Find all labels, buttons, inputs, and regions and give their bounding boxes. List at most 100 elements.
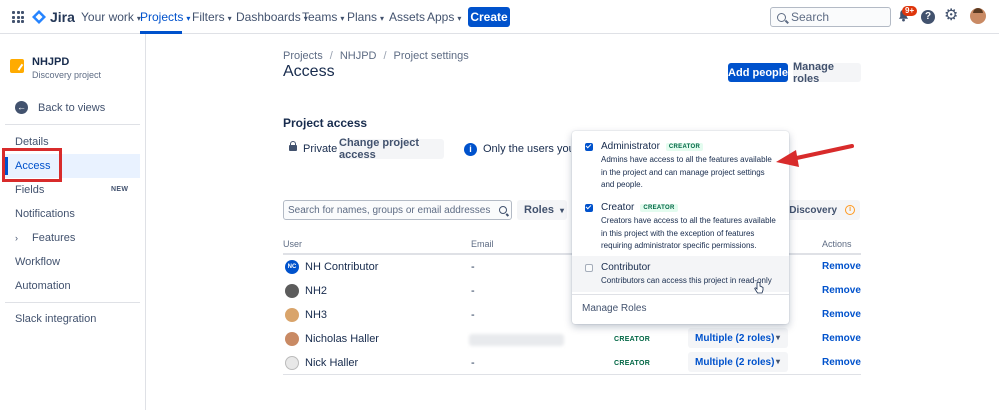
access-info-text: Only the users you spe (483, 143, 571, 155)
chevron-down-icon: ▾ (775, 333, 780, 342)
role-option-description: Contributors can access this project in … (601, 276, 772, 285)
warning-info-icon[interactable]: i (845, 205, 856, 215)
chevron-down-icon: ▾ (457, 14, 462, 23)
user-name: Nicholas Haller (305, 333, 379, 345)
project-icon (10, 59, 24, 73)
role-option-administrator[interactable]: Administrator CREATOR Admins have access … (572, 131, 789, 193)
back-to-views-link[interactable]: ← Back to views (15, 101, 105, 114)
active-nav-indicator (140, 31, 182, 34)
roles-filter-dropdown[interactable]: Roles ▾ (517, 200, 567, 220)
role-option-name: Administrator (601, 141, 660, 152)
gear-icon[interactable]: ⚙ (944, 8, 958, 24)
redacted-email (469, 334, 564, 346)
user-name: NH Contributor (305, 261, 379, 273)
remove-user-link[interactable]: Remove (822, 285, 861, 296)
chevron-down-icon: ▾ (380, 14, 385, 23)
manage-roles-link[interactable]: Manage Roles (582, 303, 646, 314)
member-search-input[interactable]: Search for names, groups or email addres… (283, 200, 512, 220)
sidebar-item-workflow[interactable]: Workflow (15, 256, 60, 268)
chevron-right-icon[interactable]: › (15, 233, 18, 243)
user-email: - (471, 309, 475, 321)
logo-text: Jira (50, 9, 75, 25)
create-button[interactable]: Create (468, 7, 510, 27)
checkbox-checked[interactable] (585, 143, 593, 151)
checkbox-unchecked[interactable] (585, 264, 593, 272)
breadcrumb-separator: / (329, 50, 333, 62)
roles-dropdown-menu: Administrator CREATOR Admins have access … (572, 131, 789, 324)
search-icon (777, 12, 786, 22)
jira-icon (32, 10, 46, 24)
sidebar-item-slack-integration[interactable]: Slack integration (15, 313, 96, 325)
role-select-label: Multiple (2 roles) (695, 356, 775, 368)
breadcrumb: Projects / NHJPD / Project settings (283, 50, 469, 62)
role-select[interactable]: Multiple (2 roles) ▾ (688, 328, 788, 348)
user-avatar (285, 308, 299, 322)
user-email: - (471, 285, 475, 297)
app-switcher-icon[interactable] (12, 11, 24, 23)
sidebar-divider (5, 302, 140, 303)
chevron-down-icon: ▾ (775, 357, 780, 366)
sidebar-item-fields[interactable]: Fields (15, 184, 44, 196)
user-email: - (471, 261, 475, 273)
change-project-access-button[interactable]: Change project access (339, 137, 444, 161)
access-visibility-label: Private (303, 143, 338, 155)
nav-label: Your work (81, 10, 134, 24)
profile-avatar[interactable] (970, 8, 986, 24)
breadcrumb-project-settings[interactable]: Project settings (394, 50, 469, 62)
nav-apps[interactable]: Apps ▾ (427, 10, 461, 24)
manage-roles-button[interactable]: Manage roles (793, 61, 861, 85)
role-select[interactable]: Multiple (2 roles) ▾ (688, 352, 788, 372)
search-placeholder: Search (791, 10, 830, 24)
arrow-left-icon: ← (15, 101, 28, 114)
remove-user-link[interactable]: Remove (822, 333, 861, 344)
nav-assets[interactable]: Assets (389, 10, 425, 24)
role-option-creator[interactable]: Creator CREATOR Creators have access to a… (572, 194, 789, 256)
nav-plans[interactable]: Plans ▾ (347, 10, 384, 24)
nav-label: Filters (192, 10, 225, 24)
chevron-down-icon: ▾ (340, 14, 345, 23)
role-option-title: Administrator CREATOR (601, 141, 704, 152)
notification-badge: 9+ (902, 6, 918, 16)
table-row: Nicholas Haller CREATOR Multiple (2 role… (283, 328, 861, 352)
remove-user-link[interactable]: Remove (822, 357, 861, 368)
role-badge: CREATOR (614, 336, 651, 343)
help-icon[interactable]: ? (921, 10, 935, 24)
remove-user-link[interactable]: Remove (822, 309, 861, 320)
breadcrumb-projects[interactable]: Projects (283, 50, 323, 62)
nav-label: Teams (302, 10, 338, 24)
user-email: - (471, 357, 475, 369)
role-option-title: Creator CREATOR (601, 202, 678, 213)
checkbox-checked[interactable] (585, 204, 593, 212)
nav-filters[interactable]: Filters ▾ (192, 10, 232, 24)
jira-logo[interactable]: Jira (32, 9, 75, 25)
user-name: NH3 (305, 309, 328, 321)
search-icon (499, 206, 507, 214)
nav-your-work[interactable]: Your work ▾ (81, 10, 141, 24)
annotation-highlight-box (2, 148, 62, 182)
nav-dashboards[interactable]: Dashboards ▾ (236, 10, 308, 24)
project-access-heading: Project access (283, 116, 368, 130)
breadcrumb-project[interactable]: NHJPD (340, 50, 377, 62)
member-search-placeholder: Search for names, groups or email addres… (288, 204, 491, 216)
nav-projects[interactable]: Projects ▾ (140, 10, 190, 24)
sidebar-item-features[interactable]: Features (32, 232, 75, 244)
sidebar-item-automation[interactable]: Automation (15, 280, 71, 292)
project-type: Discovery project (32, 70, 102, 80)
sidebar-item-details[interactable]: Details (15, 136, 49, 148)
nav-label: Plans (347, 10, 378, 24)
page-title: Access (283, 63, 335, 80)
chevron-down-icon: ▾ (186, 14, 191, 23)
sidebar-item-notifications[interactable]: Notifications (15, 208, 75, 220)
global-search-input[interactable]: Search (770, 7, 891, 27)
user-avatar: NC (285, 260, 299, 274)
nav-label: Assets (389, 10, 426, 24)
chevron-down-icon: ▾ (227, 14, 232, 23)
remove-user-link[interactable]: Remove (822, 261, 861, 272)
role-option-description: Creators have access to all the features… (601, 216, 776, 250)
nav-teams[interactable]: Teams ▾ (302, 10, 344, 24)
user-name: Nick Haller (305, 357, 359, 369)
role-option-name: Contributor (601, 262, 651, 273)
add-people-button[interactable]: Add people (728, 63, 788, 82)
top-navigation: Jira Your work ▾ Projects ▾ Filters ▾ Dashb… (0, 0, 999, 34)
hand-cursor-icon (754, 282, 764, 294)
